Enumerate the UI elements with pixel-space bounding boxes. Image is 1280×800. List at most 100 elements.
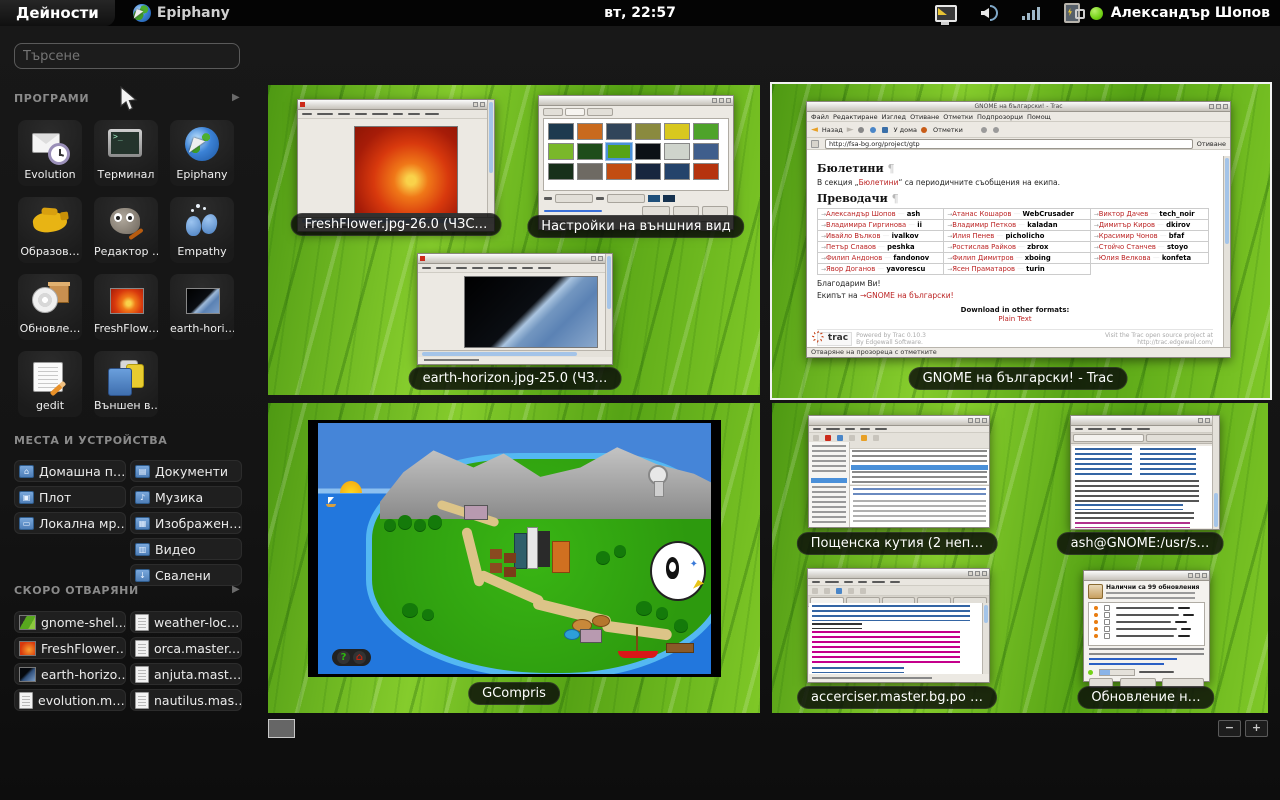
window-gimp-earth[interactable] — [417, 253, 613, 365]
volume-icon[interactable] — [981, 5, 998, 21]
place-downloads[interactable]: ↓Свалени — [130, 564, 242, 586]
zoom-out-icon[interactable] — [993, 127, 999, 133]
vertical-scrollbar[interactable] — [487, 100, 494, 218]
battery-icon[interactable] — [1064, 3, 1080, 23]
vertical-scrollbar[interactable] — [605, 254, 612, 351]
recent-weather-loc[interactable]: weather-loc… — [130, 611, 242, 633]
user-menu[interactable]: Александър Шопов — [1090, 0, 1270, 26]
app-tile-gimp[interactable]: Редактор … — [94, 197, 158, 263]
window-evolution-mail[interactable] — [808, 415, 990, 528]
window-update-manager[interactable]: Налични са 99 обновления — [1083, 570, 1210, 682]
link-line[interactable] — [1089, 658, 1177, 662]
network-signal-icon[interactable] — [1022, 7, 1040, 20]
team-link[interactable]: →GNOME на български! — [860, 291, 954, 300]
plain-text-link[interactable]: Plain Text — [817, 315, 1213, 323]
tab[interactable] — [587, 108, 613, 116]
terminal-tab[interactable] — [1146, 434, 1217, 442]
place-desktop[interactable]: ▣Плот — [14, 486, 126, 508]
url-field[interactable]: http://fsa-bg.org/project/gtp — [825, 139, 1193, 149]
translator-link[interactable]: Атанас Кошаров — [952, 210, 1011, 218]
window-terminal[interactable] — [1070, 415, 1220, 530]
workspace-1[interactable]: FreshFlower.jpg-26.0 (ЧЗС… — [268, 85, 760, 395]
add-workspace-button[interactable]: + — [1245, 720, 1268, 737]
message-list[interactable] — [850, 442, 989, 484]
app-menu[interactable]: Epiphany — [133, 4, 230, 22]
workspace-4[interactable]: Пощенска кутия (2 неп… ash@GNOME:/usr/s… — [772, 403, 1268, 713]
place-music[interactable]: ♪Музика — [130, 486, 242, 508]
app-tile-gedit[interactable]: gedit — [18, 351, 82, 417]
place-documents[interactable]: ▤Документи — [130, 460, 242, 482]
clock[interactable]: вт, 22:57 — [604, 5, 676, 21]
app-tile-updates[interactable]: Обновле… — [18, 274, 82, 340]
recent-evolution-po[interactable]: evolution.m… — [14, 689, 126, 711]
translator-link[interactable]: Филип Димитров — [952, 254, 1013, 262]
recent-earth-horizon[interactable]: earth-horizo… — [14, 663, 126, 685]
activity-bubble[interactable]: ✦ — [650, 541, 706, 601]
color-swatch[interactable] — [648, 195, 660, 202]
recent-anjuta[interactable]: anjuta.mast… — [130, 663, 242, 685]
tab-active[interactable] — [565, 108, 585, 116]
window-gedit[interactable] — [807, 568, 990, 683]
go-button[interactable]: Отиване — [1197, 140, 1226, 148]
bulletins-link[interactable]: Бюлетини — [859, 178, 899, 187]
app-tile-gcompris[interactable]: Образов… — [18, 197, 82, 263]
translator-link[interactable]: Илия Пенев — [952, 232, 994, 240]
translator-link[interactable]: Владимир Петков — [952, 221, 1016, 229]
vertical-scrollbar[interactable] — [1223, 156, 1230, 347]
translator-link[interactable]: Ростислав Райков — [952, 243, 1016, 251]
app-tile-empathy[interactable]: Empathy — [170, 197, 234, 263]
window-epiphany-trac[interactable]: GNOME на български! - Trac ФайлРедактира… — [806, 101, 1231, 358]
app-tile-epiphany[interactable]: Epiphany — [170, 120, 234, 186]
home-button[interactable]: ⌂ — [353, 651, 366, 664]
home-icon[interactable] — [882, 127, 888, 133]
updates-list[interactable] — [1088, 602, 1205, 646]
minimize-button[interactable] — [1209, 104, 1214, 109]
translator-link[interactable]: Стойчо Станчев — [1099, 243, 1156, 251]
activities-button[interactable]: Дейности — [0, 0, 115, 26]
search-input[interactable] — [14, 43, 240, 69]
tab[interactable] — [543, 108, 563, 116]
wallpaper-grid[interactable] — [543, 118, 729, 191]
color-swatch[interactable] — [663, 195, 675, 202]
translator-link[interactable]: Александър Шопов — [826, 210, 896, 218]
window-gcompris[interactable]: ✦ ? ⌂ — [308, 420, 721, 677]
link-line[interactable] — [1089, 663, 1164, 667]
forward-icon[interactable]: ► — [847, 125, 854, 135]
vertical-scrollbar[interactable] — [1212, 416, 1219, 529]
recent-expand-icon[interactable]: ▶ — [232, 584, 240, 595]
translator-link[interactable]: Красимир Чонов — [1099, 232, 1158, 240]
reload-icon[interactable] — [870, 127, 876, 133]
colors-dropdown[interactable] — [607, 194, 645, 203]
translator-link[interactable]: Ясен Праматаров — [952, 265, 1015, 273]
translator-link[interactable]: Виктор Дачев — [1099, 210, 1148, 218]
maximize-button[interactable] — [1216, 104, 1221, 109]
help-button[interactable]: ? — [337, 651, 350, 664]
app-tile-evolution[interactable]: Evolution — [18, 120, 82, 186]
recent-nautilus[interactable]: nautilus.mas… — [130, 689, 242, 711]
recent-gnome-shell[interactable]: gnome-shel… — [14, 611, 126, 633]
workspace-2[interactable]: GNOME на български! - Trac ФайлРедактира… — [770, 82, 1272, 400]
translator-link[interactable]: Петър Славов — [826, 243, 876, 251]
translator-link[interactable]: Филип Андонов — [826, 254, 882, 262]
window-appearance[interactable] — [538, 95, 734, 230]
app-tile-appearance[interactable]: Външен в… — [94, 351, 158, 417]
translator-link[interactable]: Владимира Гиргинова — [826, 221, 906, 229]
remove-workspace-button[interactable]: − — [1218, 720, 1241, 737]
translator-link[interactable]: Юлия Велкова — [1099, 254, 1151, 262]
workspace-indicator[interactable] — [268, 719, 295, 738]
display-icon[interactable] — [935, 5, 957, 22]
recent-orca[interactable]: orca.master.… — [130, 637, 242, 659]
workspace-3[interactable]: ✦ ? ⌂ GCompris — [268, 403, 760, 713]
menu-bar[interactable]: ФайлРедактиранеИзгледОтиванеОтметкиПодпр… — [807, 112, 1230, 122]
style-dropdown[interactable] — [555, 194, 593, 203]
app-tile-terminal[interactable]: >_ Терминал — [94, 120, 158, 186]
bookmark-icon[interactable] — [921, 127, 927, 133]
horizontal-scrollbar[interactable] — [418, 350, 612, 357]
close-button[interactable] — [1223, 104, 1228, 109]
terminal-tab-active[interactable] — [1073, 434, 1144, 442]
back-icon[interactable]: ◄ — [811, 125, 818, 135]
vertical-scrollbar[interactable] — [982, 603, 989, 674]
translator-link[interactable]: Ивайло Вълков — [826, 232, 880, 240]
programs-expand-icon[interactable]: ▶ — [232, 92, 240, 103]
zoom-in-icon[interactable] — [981, 127, 987, 133]
